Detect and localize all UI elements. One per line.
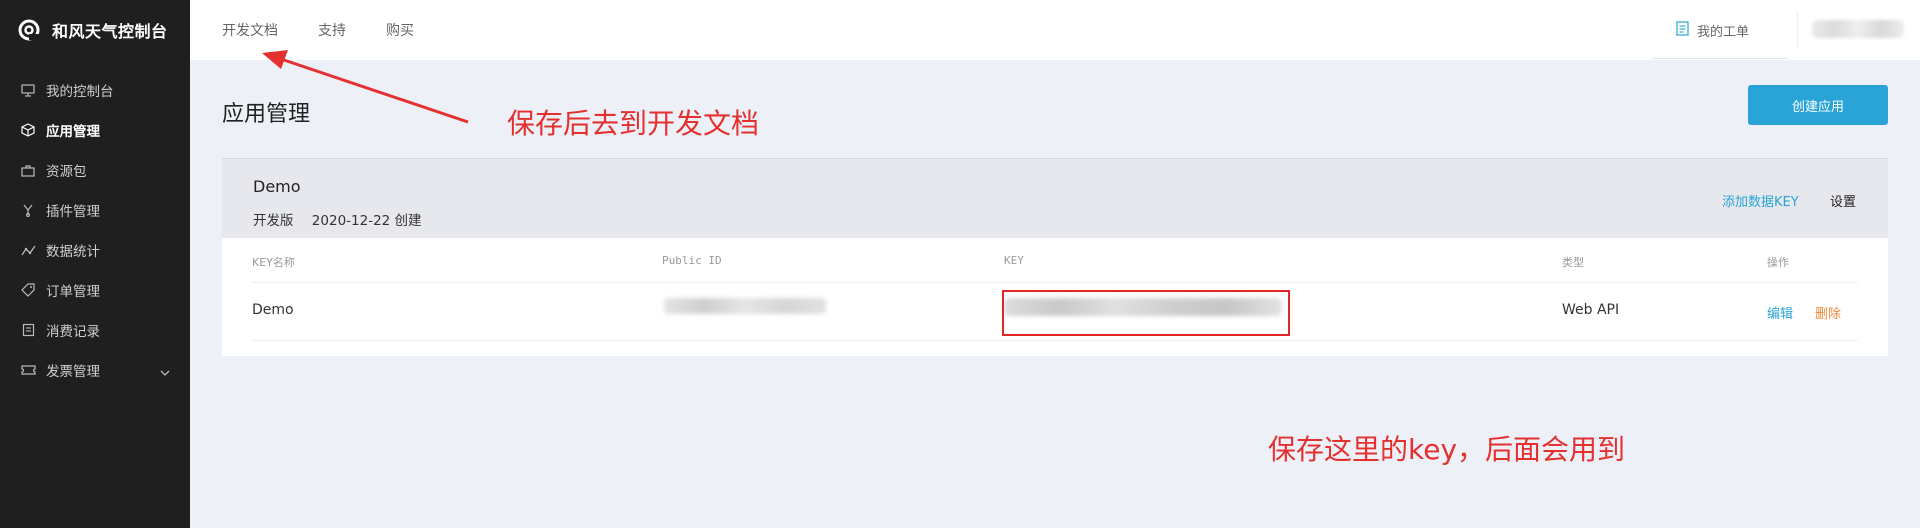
tag-icon — [20, 282, 36, 298]
key-name-cell: Demo — [252, 302, 294, 318]
document-icon — [1676, 20, 1689, 40]
top-bar: 开发文档 支持 购买 我的工单 — [190, 0, 1920, 60]
stats-icon — [20, 242, 36, 258]
app-meta: 开发版 2020-12-22 创建 — [253, 209, 422, 229]
key-highlight-box — [1002, 290, 1290, 336]
create-app-button[interactable]: 创建应用 — [1748, 85, 1888, 125]
brand[interactable]: 和风天气控制台 — [18, 18, 168, 42]
sidebar-item-label: 插件管理 — [46, 204, 100, 220]
sidebar-item-label: 应用管理 — [46, 124, 100, 140]
app-card: Demo 开发版 2020-12-22 创建 添加数据KEY 设置 KEY名称 … — [222, 158, 1888, 356]
app-created-date: 2020-12-22 创建 — [311, 213, 422, 229]
app-name: Demo — [253, 177, 301, 196]
edit-key-link[interactable]: 编辑 — [1767, 303, 1793, 322]
my-tickets-link[interactable]: 我的工单 — [1652, 0, 1787, 60]
user-menu-redacted[interactable] — [1812, 20, 1904, 38]
sidebar-item-app-management[interactable]: 应用管理 — [0, 110, 190, 150]
column-header-public-id: Public ID — [662, 254, 722, 267]
sidebar-item-stats[interactable]: 数据统计 — [0, 230, 190, 270]
briefcase-icon — [20, 162, 36, 178]
row-divider — [252, 340, 1858, 341]
chevron-down-icon — [160, 364, 170, 380]
sidebar-item-consumption[interactable]: 消费记录 — [0, 310, 190, 350]
sidebar-item-dashboard[interactable]: 我的控制台 — [0, 70, 190, 110]
sidebar-item-label: 数据统计 — [46, 244, 100, 260]
sidebar-item-label: 我的控制台 — [46, 84, 114, 100]
app-card-header: Demo 开发版 2020-12-22 创建 添加数据KEY 设置 — [222, 158, 1888, 238]
column-header-key: KEY — [1004, 254, 1024, 267]
delete-key-link[interactable]: 删除 — [1815, 303, 1841, 322]
add-key-link[interactable]: 添加数据KEY — [1722, 191, 1799, 210]
sidebar-item-label: 消费记录 — [46, 324, 100, 340]
tickets-label: 我的工单 — [1697, 24, 1750, 40]
sidebar-item-plugins[interactable]: 插件管理 — [0, 190, 190, 230]
sidebar-item-invoices[interactable]: 发票管理 — [0, 350, 190, 390]
app-edition: 开发版 — [253, 213, 294, 229]
settings-link[interactable]: 设置 — [1830, 191, 1856, 210]
nav-link-support[interactable]: 支持 — [318, 20, 346, 40]
key-type-cell: Web API — [1562, 302, 1620, 318]
ticket-icon — [20, 362, 36, 378]
cube-icon — [20, 122, 36, 138]
annotation-docs-note: 保存后去到开发文档 — [507, 107, 760, 140]
sidebar-item-resources[interactable]: 资源包 — [0, 150, 190, 190]
brand-logo-icon — [18, 19, 40, 41]
sidebar-item-label: 发票管理 — [46, 364, 100, 380]
nav-link-purchase[interactable]: 购买 — [386, 20, 414, 40]
annotation-key-note: 保存这里的key，后面会用到 — [1268, 433, 1626, 466]
app-title: 和风天气控制台 — [52, 22, 168, 41]
monitor-icon — [20, 82, 36, 98]
public-id-redacted — [664, 298, 826, 314]
sidebar-item-label: 资源包 — [46, 164, 87, 180]
row-divider — [252, 282, 1858, 283]
column-header-type: 类型 — [1562, 256, 1584, 269]
nav-link-docs[interactable]: 开发文档 — [222, 20, 278, 40]
top-nav: 开发文档 支持 购买 — [222, 0, 414, 60]
plugin-icon — [20, 202, 36, 218]
sidebar-item-label: 订单管理 — [46, 284, 100, 300]
divider — [1797, 12, 1798, 48]
receipt-icon — [20, 322, 36, 338]
column-header-key-name: KEY名称 — [252, 256, 295, 269]
tickets-underline — [1652, 58, 1787, 59]
column-header-actions: 操作 — [1767, 256, 1789, 269]
sidebar-nav: 我的控制台 应用管理 资源包 插件管理 数据统计 订单管理 消费记录 发票管理 — [0, 70, 190, 390]
page-title: 应用管理 — [222, 102, 311, 127]
sidebar-item-orders[interactable]: 订单管理 — [0, 270, 190, 310]
sidebar: 和风天气控制台 我的控制台 应用管理 资源包 插件管理 数据统计 订单管理 消费… — [0, 0, 190, 528]
